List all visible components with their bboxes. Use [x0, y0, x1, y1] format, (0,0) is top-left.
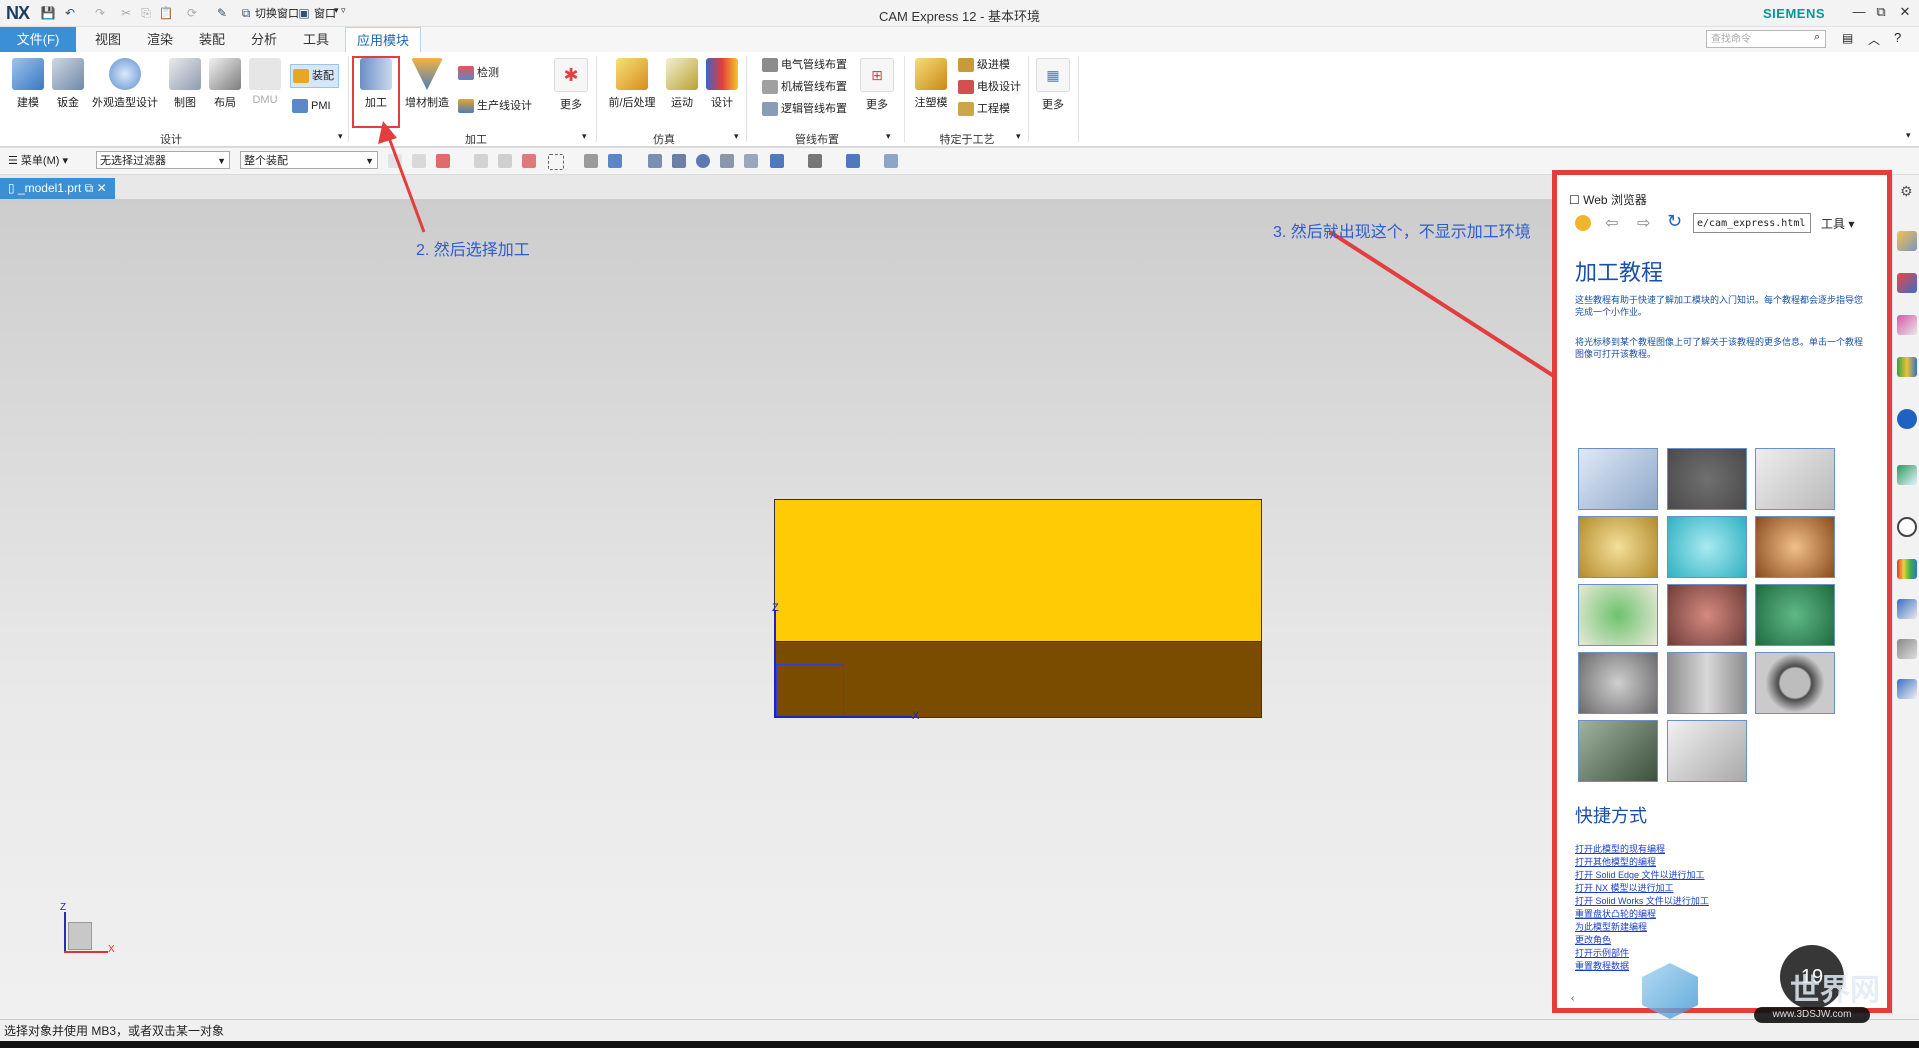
tutorial-thumbnail[interactable] — [1578, 720, 1658, 782]
tutorial-thumbnail[interactable] — [1667, 516, 1747, 578]
refresh-icon[interactable]: ↻ — [1667, 211, 1682, 232]
tutorial-thumbnail[interactable] — [1755, 516, 1835, 578]
intro-paragraph-1: 这些教程有助于快速了解加工模块的入门知识。每个教程都会逐步指导您完成一个小作业。 — [1575, 295, 1864, 317]
panel-icon: ☐ — [1569, 193, 1584, 207]
shortcut-link[interactable]: 为此模型新建编程 — [1575, 920, 1647, 933]
step2-arrow-head — [378, 121, 397, 144]
url-input[interactable]: e/cam_express.html — [1693, 213, 1811, 233]
tutorial-heading: 加工教程 — [1575, 261, 1664, 286]
web-browser-content: ☐ Web 浏览器 ⇦ ⇨ ↻ e/cam_express.html 工具 ▾ … — [1557, 175, 1887, 1008]
tutorial-thumbnail[interactable] — [1578, 448, 1658, 510]
tools-menu-button[interactable]: 工具 ▾ — [1821, 215, 1854, 232]
reuse-library-icon[interactable] — [1897, 357, 1917, 377]
operation-navigator-icon[interactable] — [1897, 599, 1917, 619]
tutorial-thumbnail[interactable] — [1755, 448, 1835, 510]
machine-tool-icon[interactable] — [1897, 639, 1917, 659]
tutorial-thumbnail[interactable] — [1667, 584, 1747, 646]
watermark-url: www.3DSJW.com — [1754, 1007, 1870, 1023]
web-browser-header: ☐ Web 浏览器 — [1569, 193, 1647, 207]
assembly-navigator-icon[interactable] — [1897, 273, 1917, 293]
shortcut-link[interactable]: 重置教程数据 — [1575, 959, 1629, 972]
chevron-down-icon: ▾ — [1848, 217, 1855, 231]
annotation-step2: 2. 然后选择加工 — [416, 242, 530, 259]
shortcuts-heading: 快捷方式 — [1575, 806, 1647, 827]
info-icon[interactable] — [1897, 409, 1917, 429]
shortcut-link[interactable]: 更改角色 — [1575, 933, 1611, 946]
shortcut-link[interactable]: 打开示例部件 — [1575, 946, 1629, 959]
constraint-navigator-icon[interactable] — [1897, 315, 1917, 335]
shortcut-link[interactable]: 打开 NX 模型以进行加工 — [1575, 881, 1674, 894]
intro-paragraph-2: 将光标移到某个教程图像上可了解关于该教程的更多信息。单击一个教程图像可打开该教程… — [1575, 337, 1864, 359]
forward-icon[interactable]: ⇨ — [1637, 213, 1650, 233]
shortcut-link[interactable]: 打开 Solid Works 文件以进行加工 — [1575, 894, 1709, 907]
watermark-logo-icon — [1642, 963, 1698, 1019]
shortcut-link[interactable]: 打开 Solid Edge 文件以进行加工 — [1575, 868, 1705, 881]
shortcut-link[interactable]: 重置盘状凸轮的编程 — [1575, 907, 1656, 920]
step3-arrow-line — [1328, 230, 1590, 400]
web-browser-panel: ☐ Web 浏览器 ⇦ ⇨ ↻ e/cam_express.html 工具 ▾ … — [1552, 170, 1892, 1013]
step2-arrow-line — [386, 134, 426, 233]
taskbar-strip — [0, 1041, 1919, 1048]
history-icon[interactable] — [1897, 517, 1917, 537]
back-icon[interactable]: ⇦ — [1605, 213, 1618, 233]
gear-icon[interactable]: ⚙ — [1900, 183, 1913, 200]
palette-icon[interactable] — [1897, 559, 1917, 579]
tutorial-thumbnail[interactable] — [1755, 652, 1835, 714]
tutorial-thumbnail[interactable] — [1667, 448, 1747, 510]
tutorial-thumbnail[interactable] — [1667, 652, 1747, 714]
watermark: 19 世界网 www.3DSJW.com — [1640, 945, 1880, 1025]
scroll-left-icon[interactable]: ‹ — [1571, 993, 1574, 1004]
home-icon[interactable] — [1575, 215, 1591, 231]
tutorial-thumbnail[interactable] — [1755, 584, 1835, 646]
shortcut-link[interactable]: 打开此模型的现有编程 — [1575, 842, 1665, 855]
part-navigator-icon[interactable] — [1897, 231, 1917, 251]
web-browser-icon[interactable] — [1897, 465, 1917, 485]
feature-navigator-icon[interactable] — [1897, 679, 1917, 699]
tutorial-thumbnail[interactable] — [1578, 652, 1658, 714]
tutorial-thumbnail[interactable] — [1578, 584, 1658, 646]
watermark-text: 世界网 — [1790, 974, 1880, 1007]
annotation-step3: 3. 然后就出现这个，不显示加工环境 — [1273, 224, 1531, 241]
tutorial-thumbnail[interactable] — [1667, 720, 1747, 782]
status-bar: 选择对象并使用 MB3，或者双击某一对象 — [0, 1019, 1919, 1041]
tutorial-thumbnail[interactable] — [1578, 516, 1658, 578]
resource-bar: ⚙ — [1892, 175, 1919, 1015]
shortcut-link[interactable]: 打开其他模型的编程 — [1575, 855, 1656, 868]
